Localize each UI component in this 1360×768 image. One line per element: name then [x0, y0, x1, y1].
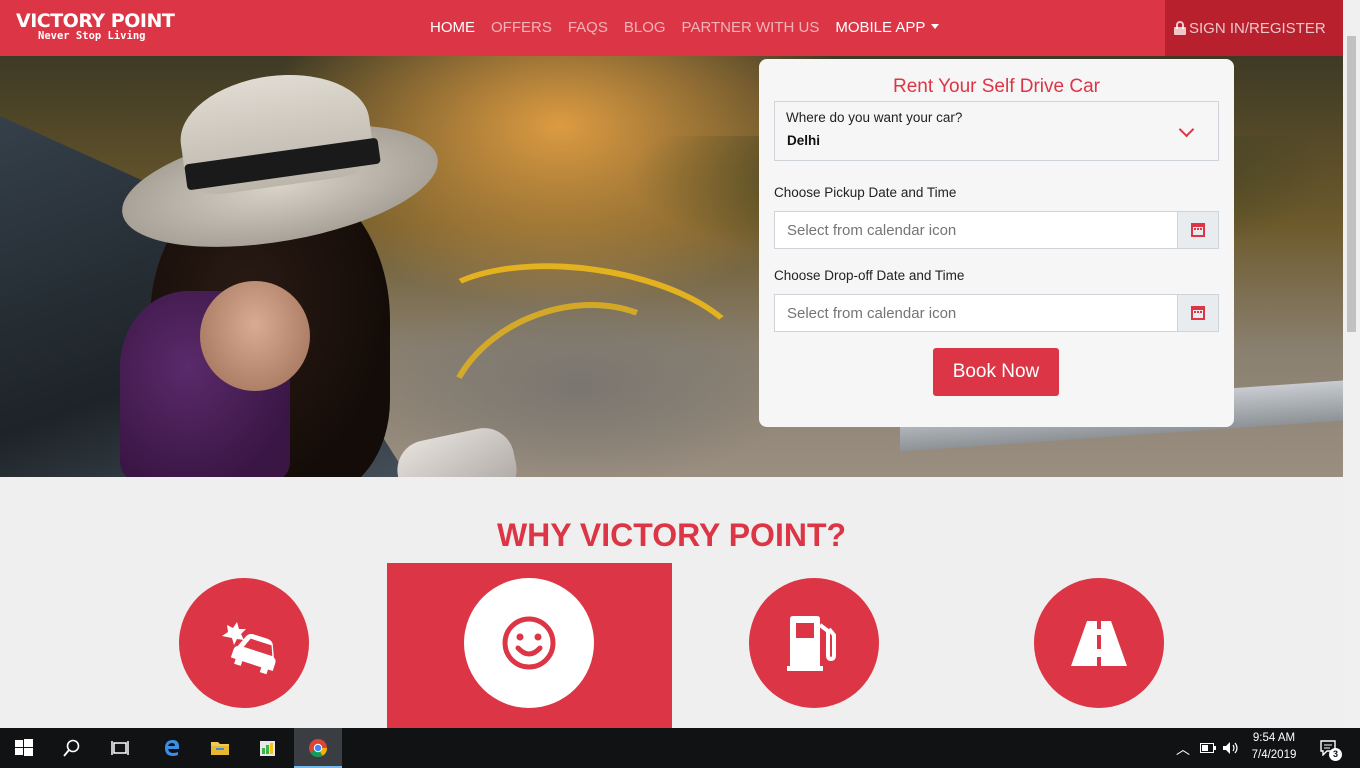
battery-icon[interactable] — [1200, 743, 1216, 753]
nav-faqs[interactable]: FAQS — [568, 19, 608, 36]
dropoff-date-input[interactable] — [774, 294, 1178, 332]
brand-tagline: Never Stop Living — [38, 30, 146, 42]
taskbar-notepad-app[interactable] — [244, 728, 292, 768]
clock-time[interactable]: 9:54 AM — [1248, 732, 1300, 744]
lock-icon — [1173, 21, 1187, 35]
nav-blog[interactable]: BLOG — [624, 19, 666, 36]
car-crash-icon — [222, 622, 276, 675]
why-section-title: WHY VICTORY POINT? — [496, 517, 847, 553]
feature-unlimited-km[interactable] — [1034, 578, 1164, 708]
nav-offers[interactable]: OFFERS — [491, 19, 552, 36]
task-view-icon — [111, 741, 129, 755]
tray-chevron-up-icon[interactable]: ︿ — [1176, 739, 1190, 759]
book-now-button[interactable]: Book Now — [933, 348, 1059, 396]
smile-icon — [502, 616, 556, 670]
hero-shoulder — [200, 281, 310, 391]
start-button[interactable] — [0, 728, 48, 768]
pickup-label: Choose Pickup Date and Time — [774, 185, 957, 200]
signin-register-button[interactable]: SIGN IN/REGISTER — [1165, 0, 1343, 56]
brand-title: VICTORY POINT — [16, 10, 175, 32]
signin-label: SIGN IN/REGISTER — [1189, 19, 1326, 37]
city-select[interactable]: Where do you want your car? Delhi — [774, 101, 1219, 161]
feature-damage[interactable] — [179, 578, 309, 708]
nav-menu: HOME OFFERS FAQS BLOG PARTNER WITH US MO… — [430, 19, 955, 36]
chevron-down-icon — [1178, 121, 1195, 138]
feature-fuel[interactable] — [749, 578, 879, 708]
windows-logo-icon — [15, 739, 33, 756]
folder-icon — [211, 742, 229, 755]
search-icon — [63, 739, 80, 757]
clock-date[interactable]: 7/4/2019 — [1248, 749, 1300, 761]
calendar-icon — [1191, 223, 1205, 237]
taskbar-file-explorer[interactable] — [196, 728, 244, 768]
nav-mobile-app-label: MOBILE APP — [835, 19, 926, 36]
notepad-chart-icon — [260, 741, 275, 756]
volume-icon[interactable] — [1222, 741, 1240, 755]
road-icon — [1071, 621, 1127, 666]
booking-form-card: Rent Your Self Drive Car Where do you wa… — [759, 59, 1234, 427]
edge-icon — [165, 740, 179, 756]
task-view-button[interactable] — [96, 728, 144, 768]
taskbar-edge[interactable] — [148, 728, 196, 768]
brand-logo[interactable]: VICTORY POINT Never Stop Living — [16, 10, 175, 42]
dropoff-label: Choose Drop-off Date and Time — [774, 268, 965, 283]
chrome-icon — [309, 739, 327, 758]
gas-pump-icon — [787, 616, 836, 671]
taskbar-chrome[interactable] — [294, 728, 342, 768]
nav-partner[interactable]: PARTNER WITH US — [682, 19, 820, 36]
pickup-calendar-button[interactable] — [1177, 211, 1219, 249]
calendar-icon — [1191, 306, 1205, 320]
nav-home[interactable]: HOME — [430, 19, 475, 36]
booking-title: Rent Your Self Drive Car — [893, 76, 1100, 97]
scrollbar-thumb[interactable] — [1347, 36, 1356, 332]
windows-taskbar: ︿ 9:54 AM 7/4/2019 3 — [0, 728, 1360, 768]
city-select-label: Where do you want your car? — [786, 110, 963, 125]
notification-badge: 3 — [1329, 748, 1342, 761]
nav-mobile-app-dropdown[interactable]: MOBILE APP — [835, 19, 940, 36]
dropoff-calendar-button[interactable] — [1177, 294, 1219, 332]
page-scrollbar[interactable] — [1343, 0, 1360, 728]
pickup-date-input[interactable] — [774, 211, 1178, 249]
search-button[interactable] — [48, 728, 96, 768]
caret-down-icon — [931, 24, 940, 29]
feature-satisfaction[interactable] — [464, 578, 594, 708]
city-select-value: Delhi — [787, 133, 821, 148]
top-navbar: VICTORY POINT Never Stop Living HOME OFF… — [0, 0, 1343, 56]
